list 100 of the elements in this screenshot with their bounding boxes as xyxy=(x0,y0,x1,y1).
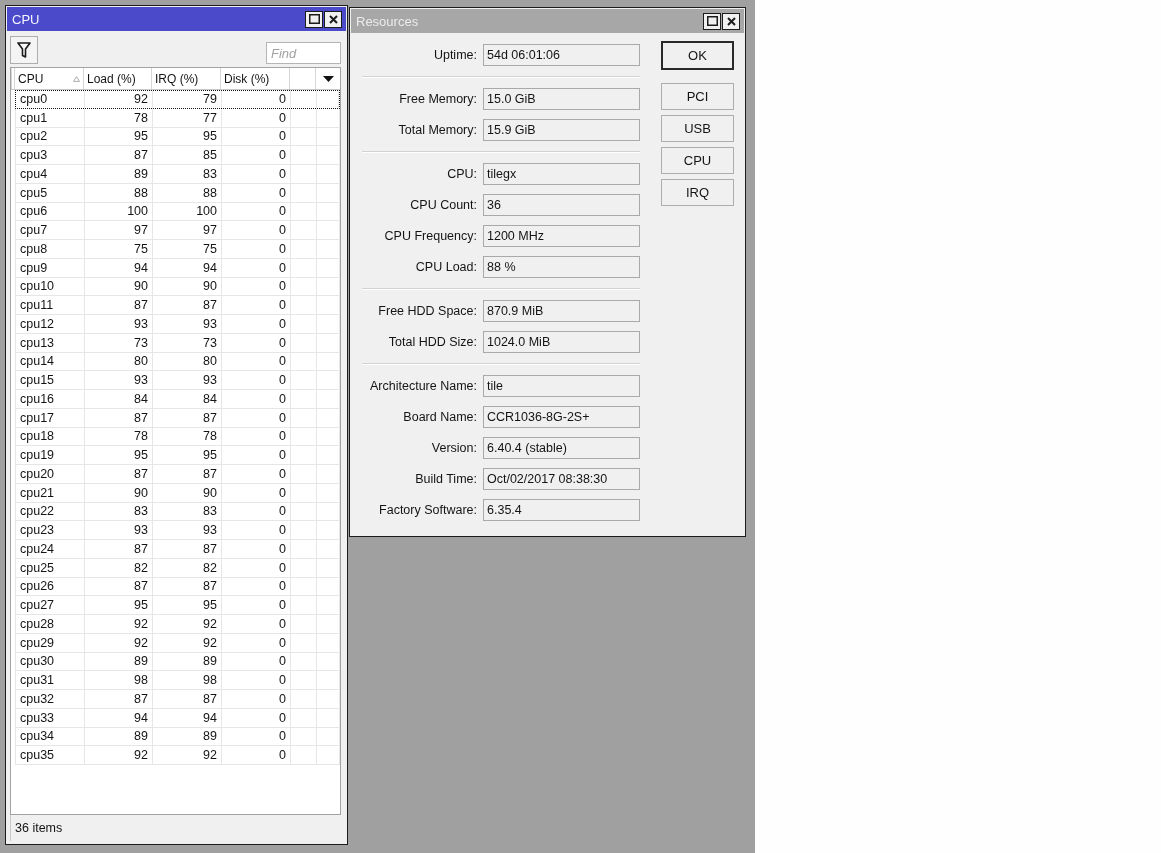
close-button[interactable] xyxy=(722,12,740,30)
table-cell: cpu22 xyxy=(16,502,85,521)
table-cell: 79 xyxy=(153,91,222,108)
table-cell: cpu8 xyxy=(16,240,85,258)
close-icon xyxy=(328,14,338,24)
table-cell: 92 xyxy=(85,633,153,652)
action-button[interactable]: PCI xyxy=(661,83,734,110)
table-cell: cpu18 xyxy=(16,427,85,446)
table-row[interactable]: cpu3 87 85 0 xyxy=(15,146,340,165)
table-cell: 0 xyxy=(222,671,291,689)
table-cell: 85 xyxy=(153,146,222,164)
table-cell: cpu14 xyxy=(16,352,85,371)
table-row[interactable]: cpu11 87 87 0 xyxy=(15,296,340,315)
table-cell: 78 xyxy=(85,108,153,127)
table-cell: 92 xyxy=(85,91,153,108)
table-cell: 88 xyxy=(153,183,222,202)
table-cell: 93 xyxy=(153,371,222,389)
table-cell: cpu5 xyxy=(16,183,85,202)
value-field: 54d 06:01:06 xyxy=(483,44,640,66)
table-cell: 95 xyxy=(85,596,153,614)
window-title: Resources xyxy=(356,13,419,29)
table-cell: 92 xyxy=(153,615,222,633)
maximize-button[interactable] xyxy=(305,10,323,28)
table-row[interactable]: cpu23 93 93 0 xyxy=(15,521,340,540)
field-label: Free Memory: xyxy=(398,92,477,106)
action-button[interactable]: CPU xyxy=(661,147,734,174)
table-cell: 0 xyxy=(222,333,291,352)
action-button[interactable]: USB xyxy=(661,115,734,142)
value-field: 1200 MHz xyxy=(483,225,640,247)
close-icon xyxy=(726,16,736,26)
table-cell: 77 xyxy=(153,108,222,127)
field-label: Total Memory: xyxy=(397,123,477,137)
value-field: 36 xyxy=(483,194,640,216)
table-cell: cpu27 xyxy=(16,596,85,614)
table-cell: 95 xyxy=(153,596,222,614)
value-field: tile xyxy=(483,375,640,397)
table-cell: 93 xyxy=(85,371,153,389)
table-row[interactable]: cpu8 75 75 0 xyxy=(15,240,340,259)
table-cell: cpu32 xyxy=(16,690,85,708)
table-cell: 87 xyxy=(153,577,222,596)
table-cell: 92 xyxy=(153,746,222,764)
item-count: 36 items xyxy=(15,821,63,835)
table-row[interactable]: cpu16 84 84 0 xyxy=(15,390,340,409)
table-cell: 93 xyxy=(153,315,222,333)
filter-button[interactable] xyxy=(10,36,38,64)
table-cell: cpu16 xyxy=(16,390,85,408)
table-cell: 94 xyxy=(153,708,222,727)
table-cell: cpu29 xyxy=(16,633,85,652)
table-cell: 0 xyxy=(222,708,291,727)
close-button[interactable] xyxy=(324,10,342,28)
table-row[interactable]: cpu32 87 87 0 xyxy=(15,690,340,709)
column-header[interactable]: CPU xyxy=(15,68,84,89)
table-cell: 0 xyxy=(222,296,291,314)
column-header[interactable]: IRQ (%) xyxy=(152,68,221,89)
table-row[interactable]: cpu20 87 87 0 xyxy=(15,465,340,484)
table-row[interactable]: cpu24 87 87 0 xyxy=(15,540,340,559)
table-row[interactable]: cpu4 89 83 0 xyxy=(15,165,340,184)
table-cell: 95 xyxy=(153,127,222,146)
table-cell: 87 xyxy=(153,690,222,708)
table-cell: 94 xyxy=(85,258,153,277)
table-cell: 95 xyxy=(85,127,153,146)
table-cell: cpu24 xyxy=(16,540,85,558)
table-cell: cpu1 xyxy=(16,108,85,127)
table-row[interactable]: cpu19 95 95 0 xyxy=(15,446,340,465)
table-cell: 93 xyxy=(85,521,153,539)
table-cell: 93 xyxy=(85,315,153,333)
table-cell: cpu28 xyxy=(16,615,85,633)
table-row[interactable]: cpu15 93 93 0 xyxy=(15,371,340,390)
window-title: CPU xyxy=(12,11,40,27)
table-cell: 0 xyxy=(222,746,291,764)
table-cell: 0 xyxy=(222,183,291,202)
table-row[interactable]: cpu12 93 93 0 xyxy=(15,315,340,334)
table-row[interactable]: cpu7 97 97 0 xyxy=(15,221,340,240)
table-cell: 82 xyxy=(85,558,153,577)
action-button[interactable]: OK xyxy=(661,41,734,70)
table-row[interactable]: cpu0 92 79 0 xyxy=(15,90,340,109)
table-cell: cpu30 xyxy=(16,652,85,671)
value-field: 15.9 GiB xyxy=(483,119,640,141)
table-cell: 80 xyxy=(153,352,222,371)
table-cell: 90 xyxy=(85,277,153,296)
table-cell: 100 xyxy=(85,202,153,221)
column-header[interactable]: Load (%) xyxy=(84,68,152,89)
field-label: Factory Software: xyxy=(378,503,477,517)
table-row[interactable]: cpu31 98 98 0 xyxy=(15,671,340,690)
table-cell: 83 xyxy=(153,502,222,521)
table-cell: 87 xyxy=(153,540,222,558)
table-row[interactable]: cpu28 92 92 0 xyxy=(15,615,340,634)
table-cell: cpu12 xyxy=(16,315,85,333)
table-cell: 0 xyxy=(222,690,291,708)
action-button[interactable]: IRQ xyxy=(661,179,734,206)
find-field[interactable]: Find xyxy=(266,42,341,64)
column-header[interactable]: Disk (%) xyxy=(221,68,290,89)
maximize-button[interactable] xyxy=(703,12,721,30)
field-label: CPU Count: xyxy=(409,198,477,212)
table-row[interactable]: cpu35 92 92 0 xyxy=(15,746,340,765)
table-cell: 0 xyxy=(222,390,291,408)
table-row[interactable]: cpu27 95 95 0 xyxy=(15,596,340,615)
table-cell: 87 xyxy=(85,408,153,427)
maximize-icon xyxy=(706,16,718,26)
field-label: CPU Frequency: xyxy=(383,229,477,243)
